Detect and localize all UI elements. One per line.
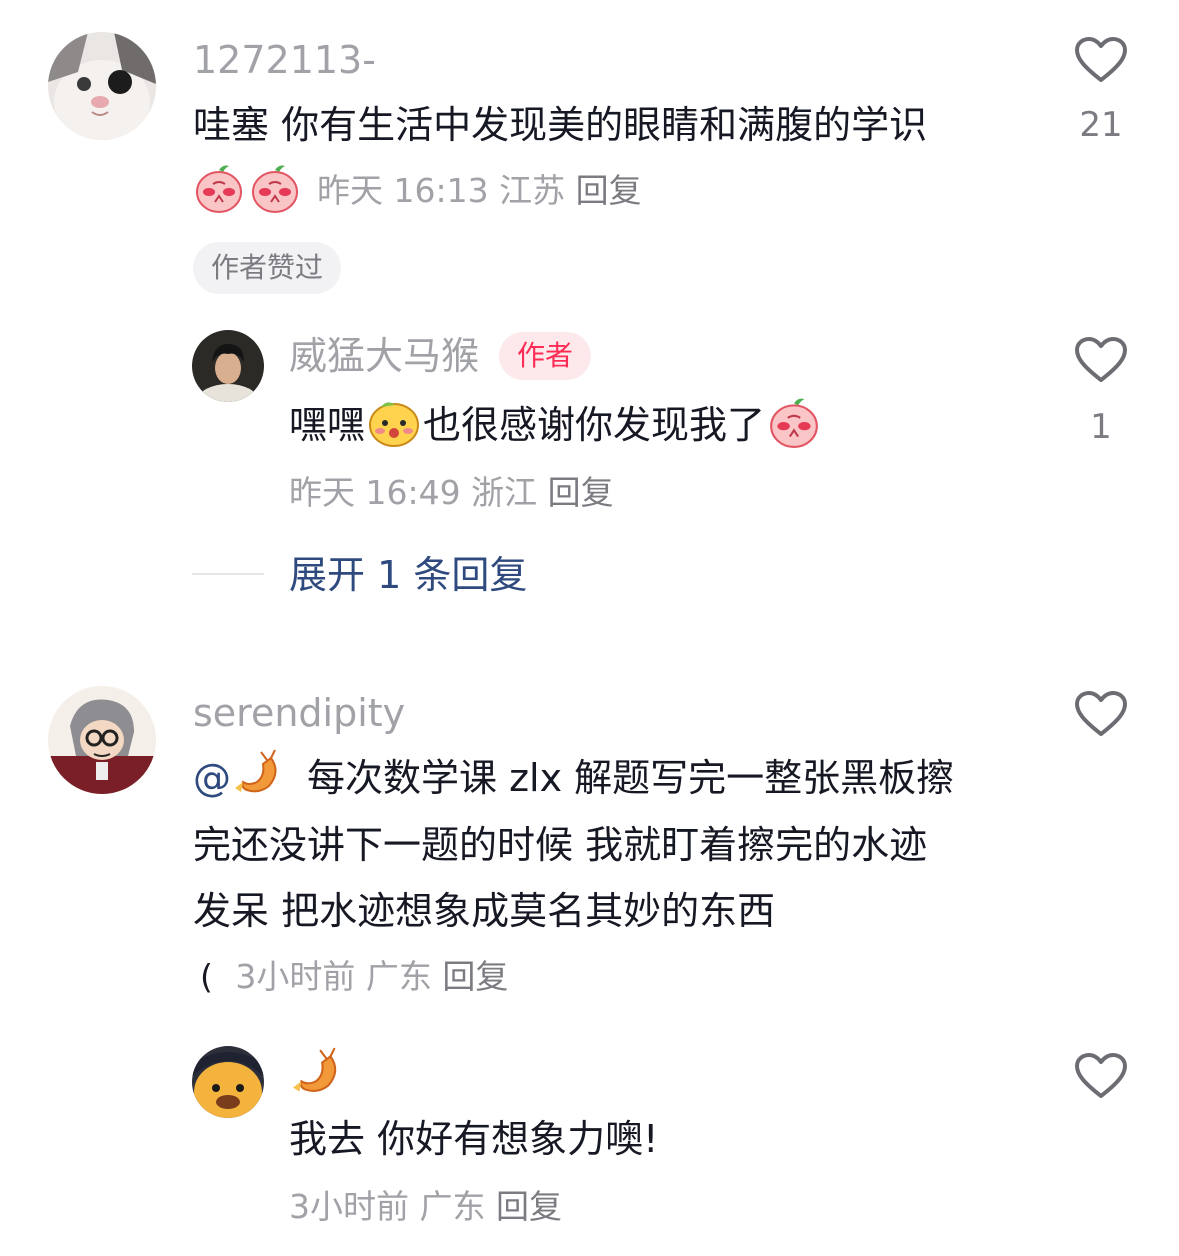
peach-pray-emoji [767,395,821,455]
username[interactable] [289,1046,345,1106]
comment-line-1: 每次数学课 zlx 解题写完一整张黑板擦 [307,756,955,800]
comment-text: 我去 你好有想象力噢! [289,1117,659,1161]
reply-button[interactable]: 回复 [548,473,614,512]
author-liked-badge: 作者赞过 [193,242,342,294]
comment-location: 广东 [419,1187,486,1226]
comment-time: 昨天 16:13 [317,170,489,210]
comment-text: @ 每次数学课 zlx 解题写完一整张黑板擦 [193,748,955,808]
mention[interactable]: @ [193,759,231,797]
yellow-blush-emoji [367,395,421,455]
heart-icon[interactable] [1066,1052,1136,1100]
username-row: 威猛大马猴 作者 [289,332,592,380]
comment-time: 3小时前 [289,1187,409,1226]
like-group: 1 [1066,336,1136,444]
username[interactable]: 1272113- [193,41,376,79]
cat-avatar-icon [48,32,156,140]
avatar[interactable] [192,330,264,402]
peach-pray-emoji [249,162,301,218]
heart-icon[interactable] [1066,36,1136,84]
comment-line-3: 发呆 把水迹想象成莫名其妙的东西 [193,889,776,933]
comment-meta: 昨天 16:13 江苏 回复 [193,164,642,216]
comment-text-suffix: 也很感谢你发现我了 [423,403,766,447]
reply-button[interactable]: 回复 [576,171,642,210]
username[interactable]: 威猛大马猴 [289,337,479,375]
cartoon-avatar-icon [192,1046,264,1118]
shrimp-emoji [289,1046,345,1106]
comment-meta: 3小时前 广东 回复 [289,1190,562,1223]
comment-time: 3小时前 [235,957,356,996]
comment-text: 哇塞 你有生活中发现美的眼睛和满腹的学识 [193,103,928,147]
anime-avatar-icon [48,686,156,794]
comment-location: 江苏 [499,170,566,210]
divider [192,573,264,575]
comment-location: 广东 [365,957,432,996]
avatar[interactable] [192,1046,264,1118]
username[interactable]: serendipity [193,694,405,732]
comment-line-2: 完还没讲下一题的时候 我就盯着擦完的水迹 [193,823,928,867]
like-group [1066,1052,1136,1100]
shrimp-emoji [231,748,285,808]
avatar[interactable] [48,32,156,140]
reply-button[interactable]: 回复 [442,957,508,996]
heart-icon[interactable] [1066,690,1136,738]
expand-replies-button[interactable]: 展开 1 条回复 [289,556,527,594]
like-count: 21 [1079,105,1123,145]
comment-text-prefix: 嘿嘿 [289,403,366,447]
peach-pray-emoji [193,162,245,218]
like-group: 21 [1066,36,1136,142]
reply-button[interactable]: 回复 [496,1187,562,1226]
author-tag: 作者 [499,332,592,380]
comment-line-4: ( [200,957,213,996]
comment-meta: 昨天 16:49 浙江 回复 [289,476,614,509]
like-count: 1 [1090,407,1112,447]
comment-time: 昨天 16:49 [289,473,461,512]
comment-location: 浙江 [471,473,538,512]
comment-meta: ( 3小时前 广东 回复 [200,960,508,993]
like-group [1066,690,1136,738]
avatar[interactable] [48,686,156,794]
heart-icon[interactable] [1066,336,1136,384]
person-avatar-icon [192,330,264,402]
comment-text: 嘿嘿 也很感谢你发现我了 [289,398,821,452]
